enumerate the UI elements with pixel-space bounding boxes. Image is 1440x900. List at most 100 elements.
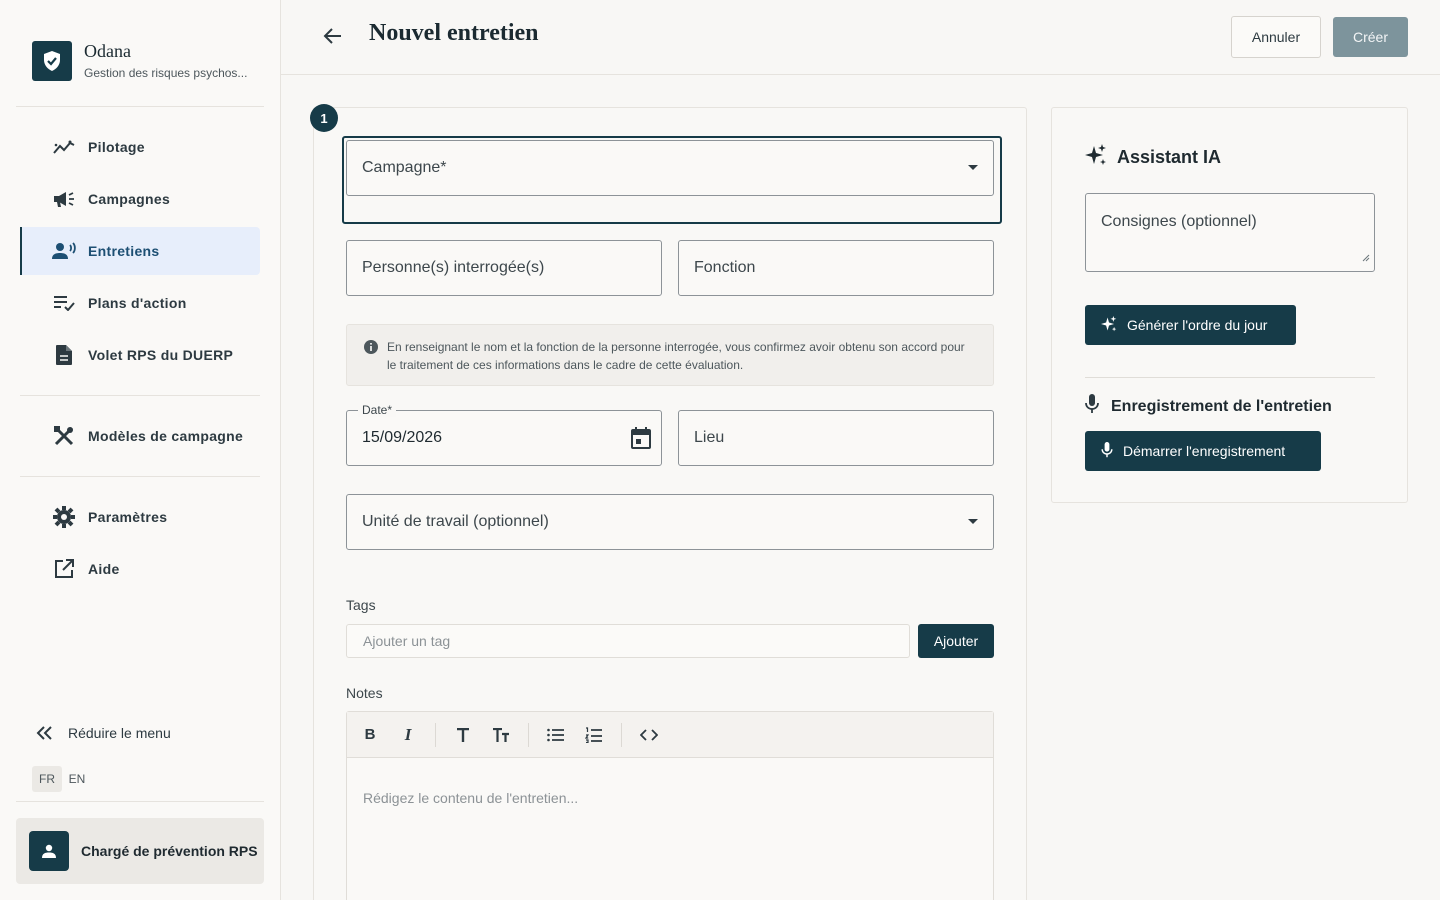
date-field[interactable]: 15/09/2026 <box>346 410 662 466</box>
generate-agenda-button[interactable]: Générer l'ordre du jour <box>1085 305 1296 345</box>
person-label: Personne(s) interrogée(s) <box>362 259 545 276</box>
caret-down-icon <box>968 165 978 170</box>
divider <box>20 395 260 396</box>
campaign-label: Campagne* <box>362 159 447 176</box>
function-field[interactable]: Fonction <box>678 240 994 296</box>
editor-toolbar: B I <box>347 712 993 758</box>
text-icon[interactable] <box>452 724 474 746</box>
create-button[interactable]: Créer <box>1333 17 1408 57</box>
page-title: Nouvel entretien <box>369 20 539 46</box>
notes-label: Notes <box>346 685 383 701</box>
instructions-textarea[interactable]: Consignes (optionnel) <box>1085 193 1375 272</box>
date-label: Date* <box>358 403 397 417</box>
toolbar-divider <box>435 722 436 747</box>
page-header: Nouvel entretien Annuler Créer <box>281 0 1440 75</box>
ai-title-text: Assistant IA <box>1117 147 1222 167</box>
instructions-placeholder: Consignes (optionnel) <box>1101 213 1257 230</box>
toolbar-divider <box>528 722 529 747</box>
sidebar-item-entretiens[interactable]: Entretiens <box>20 227 260 275</box>
sidebar-item-plans-action[interactable]: Plans d'action <box>20 279 260 327</box>
consent-info: En renseignant le nom et la fonction de … <box>346 324 994 386</box>
recording-title: Enregistrement de l'entretien <box>1085 394 1332 419</box>
sidebar-item-label: Volet RPS du DUERP <box>88 347 234 363</box>
interview-icon <box>52 239 76 263</box>
campaign-select[interactable]: Campagne* <box>346 140 994 196</box>
start-recording-button[interactable]: Démarrer l'enregistrement <box>1085 431 1321 471</box>
language-switch: FR EN <box>32 766 92 792</box>
add-tag-button[interactable]: Ajouter <box>918 624 994 658</box>
megaphone-icon <box>52 187 76 211</box>
user-role: Chargé de prévention RPS <box>81 843 258 859</box>
info-icon <box>364 340 378 359</box>
microphone-icon <box>1101 441 1123 461</box>
sparkles-icon <box>1101 315 1127 335</box>
sidebar-item-campagnes[interactable]: Campagnes <box>20 175 260 223</box>
tag-placeholder: Ajouter un tag <box>363 633 451 649</box>
divider <box>1085 377 1375 378</box>
notes-editor[interactable]: B I Rédigez le contenu de l'entretien... <box>346 711 994 900</box>
brand-subtitle: Gestion des risques psychos... <box>84 66 248 80</box>
work-unit-label: Unité de travail (optionnel) <box>362 513 549 530</box>
document-icon <box>52 343 76 367</box>
date-value: 15/09/2026 <box>362 429 443 446</box>
function-label: Fonction <box>694 259 756 276</box>
sidebar: Odana Gestion des risques psychos... Pil… <box>0 0 281 900</box>
tools-icon <box>52 424 76 448</box>
gear-icon <box>52 505 76 529</box>
checklist-icon <box>52 291 76 315</box>
brand[interactable]: Odana Gestion des risques psychos... <box>32 41 247 81</box>
sidebar-item-label: Aide <box>88 561 120 577</box>
sidebar-item-label: Plans d'action <box>88 295 187 311</box>
lang-fr[interactable]: FR <box>32 766 62 792</box>
sidebar-item-label: Paramètres <box>88 509 168 525</box>
divider <box>20 476 260 477</box>
tag-input[interactable]: Ajouter un tag <box>346 624 910 658</box>
back-arrow-icon[interactable] <box>321 24 345 48</box>
resize-handle-icon[interactable] <box>1362 249 1370 267</box>
sidebar-item-label: Modèles de campagne <box>88 428 244 444</box>
bullet-list-icon[interactable] <box>545 724 567 746</box>
user-icon <box>29 831 69 871</box>
sidebar-item-label: Entretiens <box>88 243 160 259</box>
recording-title-text: Enregistrement de l'entretien <box>1111 397 1332 415</box>
step-badge: 1 <box>310 104 338 132</box>
start-recording-label: Démarrer l'enregistrement <box>1123 443 1286 459</box>
shield-check-icon <box>32 41 72 81</box>
external-link-icon <box>52 557 76 581</box>
sidebar-item-label: Pilotage <box>88 139 145 155</box>
lang-en[interactable]: EN <box>62 766 92 792</box>
divider <box>16 106 264 107</box>
caret-down-icon <box>968 519 978 524</box>
calendar-icon[interactable] <box>631 427 651 454</box>
place-field[interactable]: Lieu <box>678 410 994 466</box>
sidebar-item-aide[interactable]: Aide <box>20 545 260 593</box>
microphone-icon <box>1085 394 1111 419</box>
brand-name: Odana <box>84 41 131 61</box>
chart-line-icon <box>52 135 76 159</box>
sidebar-item-pilotage[interactable]: Pilotage <box>20 123 260 171</box>
user-card[interactable]: Chargé de prévention RPS <box>16 818 264 884</box>
sidebar-item-volet-rps[interactable]: Volet RPS du DUERP <box>20 331 260 379</box>
double-chevron-left-icon <box>32 721 56 745</box>
person-field[interactable]: Personne(s) interrogée(s) <box>346 240 662 296</box>
bold-icon[interactable]: B <box>359 724 381 746</box>
divider <box>16 801 264 802</box>
sidebar-item-modeles[interactable]: Modèles de campagne <box>20 412 260 460</box>
text-size-icon[interactable] <box>490 724 512 746</box>
editor-placeholder: Rédigez le contenu de l'entretien... <box>363 790 579 806</box>
cancel-button[interactable]: Annuler <box>1231 16 1321 58</box>
work-unit-select[interactable]: Unité de travail (optionnel) <box>346 494 994 550</box>
reduce-menu-label: Réduire le menu <box>68 725 171 741</box>
generate-agenda-label: Générer l'ordre du jour <box>1127 317 1268 333</box>
consent-text: En renseignant le nom et la fonction de … <box>387 340 965 372</box>
toolbar-divider <box>621 722 622 747</box>
sidebar-item-label: Campagnes <box>88 191 171 207</box>
reduce-menu-button[interactable]: Réduire le menu <box>32 720 171 746</box>
ai-title: Assistant IA <box>1085 144 1221 171</box>
code-icon[interactable] <box>638 724 660 746</box>
ai-assistant-panel: Assistant IA Consignes (optionnel) Génér… <box>1051 107 1408 503</box>
numbered-list-icon[interactable] <box>583 724 605 746</box>
italic-icon[interactable]: I <box>397 724 419 746</box>
tags-label: Tags <box>346 597 376 613</box>
sidebar-item-parametres[interactable]: Paramètres <box>20 493 260 541</box>
